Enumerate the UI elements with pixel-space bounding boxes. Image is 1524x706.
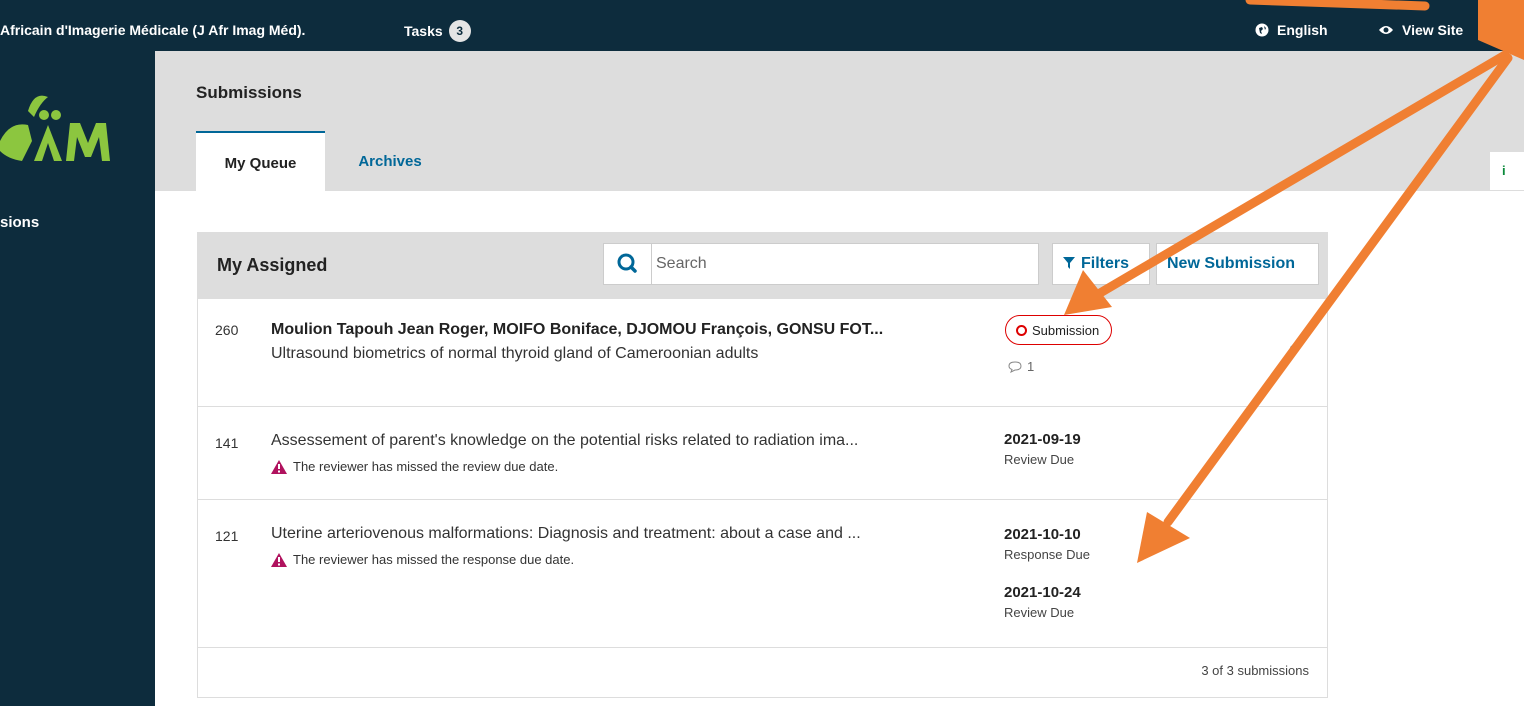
submission-id: 260 <box>215 322 239 338</box>
filters-button[interactable]: Filters <box>1052 243 1150 285</box>
warning-text: The reviewer has missed the review due d… <box>293 459 559 474</box>
view-site-label: View Site <box>1402 22 1464 38</box>
journal-logo <box>0 95 110 161</box>
submission-row[interactable]: 121 Uterine arteriovenous malformations:… <box>198 500 1327 648</box>
info-icon: i <box>1502 163 1506 178</box>
warning-icon <box>271 552 287 567</box>
warning-text: The reviewer has missed the response due… <box>293 552 575 567</box>
view-site-link[interactable]: View Site <box>1378 22 1463 38</box>
warning-icon <box>271 459 287 474</box>
submission-title[interactable]: Ultrasound biometrics of normal thyroid … <box>271 345 758 363</box>
filter-icon <box>1063 257 1075 269</box>
search-box <box>603 243 1039 285</box>
page-title: Submissions <box>196 83 302 102</box>
submission-count: 3 of 3 submissions <box>1201 663 1309 678</box>
panel-header: My Assigned Filters New Submission <box>198 233 1327 299</box>
page-header: Submissions My Queue Archives <box>155 51 1524 191</box>
submission-title[interactable]: Uterine arteriovenous malformations: Dia… <box>271 525 861 543</box>
due-label: Review Due <box>1004 452 1075 467</box>
stage-dot-icon <box>1016 324 1027 336</box>
due-label: Response Due <box>1004 547 1090 562</box>
submission-authors[interactable]: Moulion Tapouh Jean Roger, MOIFO Bonifac… <box>271 321 883 339</box>
submissions-panel: My Assigned Filters New Submission 260 M… <box>197 232 1328 698</box>
tasks-count-badge: 3 <box>448 20 471 42</box>
tab-my-queue[interactable]: My Queue <box>196 131 325 191</box>
submission-id: 121 <box>215 528 239 544</box>
stage-badge[interactable]: Submission <box>1005 315 1113 345</box>
info-help-tab[interactable]: i <box>1490 152 1524 190</box>
panel-title: My Assigned <box>217 255 328 275</box>
comment-icon <box>1008 360 1022 373</box>
tasks-label: Tasks <box>404 23 443 39</box>
language-label: English <box>1277 22 1328 38</box>
globe-icon <box>1255 23 1269 37</box>
search-input[interactable] <box>656 248 1026 280</box>
due-date: 2021-10-24 <box>1004 584 1081 601</box>
search-icon[interactable] <box>604 244 652 284</box>
sidebar: sions <box>0 51 155 706</box>
tasks-button[interactable]: Tasks 3 <box>404 20 471 42</box>
journal-name[interactable]: Africain d'Imagerie Médicale (J Afr Imag… <box>0 22 305 38</box>
new-submission-button[interactable]: New Submission <box>1156 243 1319 285</box>
submission-row[interactable]: 141 Assessement of parent's knowledge on… <box>198 407 1327 500</box>
sidebar-item-submissions[interactable]: sions <box>0 214 39 231</box>
eye-icon <box>1379 26 1393 34</box>
stage-label: Submission <box>1032 322 1100 338</box>
review-warning: The reviewer has missed the response due… <box>271 552 574 567</box>
due-label: Review Due <box>1004 605 1075 620</box>
expand-chevron-icon[interactable] <box>1290 336 1300 352</box>
due-date: 2021-09-19 <box>1004 431 1081 448</box>
language-selector[interactable]: English <box>1255 22 1328 38</box>
comment-count: 1 <box>1008 359 1034 374</box>
submission-row[interactable]: 260 Moulion Tapouh Jean Roger, MOIFO Bon… <box>198 299 1327 407</box>
filters-label: Filters <box>1081 255 1130 272</box>
submission-id: 141 <box>215 435 239 451</box>
review-warning: The reviewer has missed the review due d… <box>271 459 558 474</box>
submission-title[interactable]: Assessement of parent's knowledge on the… <box>271 432 858 450</box>
comment-count-value: 1 <box>1027 359 1035 374</box>
due-date: 2021-10-10 <box>1004 526 1081 543</box>
tab-archives[interactable]: Archives <box>345 131 435 191</box>
top-bar: Africain d'Imagerie Médicale (J Afr Imag… <box>0 0 1524 51</box>
